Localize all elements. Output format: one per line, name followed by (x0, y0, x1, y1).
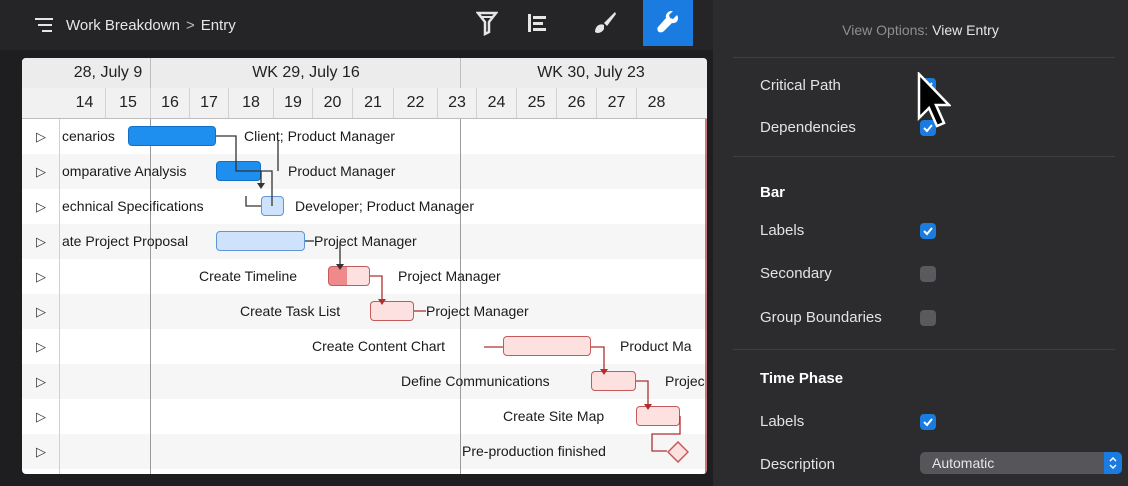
day-label: 17 (189, 88, 228, 118)
filter-icon (476, 11, 498, 36)
day-header: 14 15 16 17 18 19 20 21 22 23 24 25 26 2… (22, 88, 707, 119)
day-label: 20 (312, 88, 352, 118)
secondary-label: Secondary (760, 265, 832, 282)
inspector-title: View Options: View Entry (713, 22, 1128, 38)
bar-labels-checkbox[interactable] (920, 223, 936, 239)
day-label: 19 (273, 88, 312, 118)
breadcrumb-current[interactable]: Entry (201, 17, 236, 34)
select-stepper (1104, 452, 1122, 474)
critical-path-label: Critical Path (760, 77, 841, 94)
description-select-value: Automatic (932, 455, 995, 471)
description-label: Description (760, 456, 836, 473)
divider (733, 349, 1115, 350)
description-select[interactable]: Automatic (920, 452, 1122, 474)
filter-button[interactable] (462, 0, 512, 46)
week-header: 28, July 9 WK 29, July 16 WK 30, July 23 (22, 58, 707, 89)
day-label: 21 (352, 88, 393, 118)
brush-icon (595, 12, 616, 33)
bar-labels-label: Labels (760, 222, 805, 239)
dependency-lines (216, 119, 707, 474)
week-label: WK 29, July 16 (150, 58, 461, 88)
gantt-chart[interactable]: 28, July 9 WK 29, July 16 WK 30, July 23… (22, 58, 707, 474)
day-label: 15 (105, 88, 150, 118)
inspector-title-prefix: View Options: (842, 22, 929, 38)
time-phase-labels-label: Labels (760, 413, 805, 430)
wrench-icon (657, 11, 679, 33)
style-button[interactable] (580, 0, 630, 46)
week-label: WK 30, July 23 (460, 58, 707, 88)
outline-tree-icon (35, 18, 53, 32)
day-label: 27 (596, 88, 636, 118)
gantt-rows: ▷ ▷ ▷ ▷ ▷ ▷ ▷ ▷ ▷ ▷ cenarios Client; Pro… (22, 119, 707, 474)
checkmark-icon (923, 418, 933, 427)
mouse-pointer-icon (917, 72, 951, 128)
day-label: 14 (75, 94, 94, 111)
secondary-checkbox[interactable] (920, 266, 936, 282)
group-boundaries-label: Group Boundaries (760, 309, 882, 326)
divider (733, 57, 1115, 58)
chevron-updown-icon (1109, 456, 1117, 470)
breadcrumb: Work Breakdown > Entry (34, 16, 236, 34)
group-boundaries-checkbox[interactable] (920, 310, 936, 326)
inspector-title-name: View Entry (932, 22, 999, 38)
bar-section-heading: Bar (760, 184, 786, 201)
day-label: 23 (437, 88, 476, 118)
day-label: 18 (228, 88, 273, 118)
day-label: 24 (476, 88, 516, 118)
breadcrumb-separator: > (185, 16, 195, 34)
divider (733, 156, 1115, 157)
day-label: 28 (636, 88, 676, 118)
gantt-pane: Work Breakdown > Entry 28, July 9 WK 29,… (0, 0, 713, 486)
day-label: 26 (556, 88, 596, 118)
outline-view-icon (528, 14, 546, 32)
breadcrumb-root[interactable]: Work Breakdown (66, 17, 180, 34)
day-label: 16 (150, 88, 189, 118)
inspector-button[interactable] (643, 0, 693, 46)
checkmark-icon (923, 227, 933, 236)
dependencies-label: Dependencies (760, 119, 856, 136)
day-label: 25 (516, 88, 556, 118)
time-phase-section-heading: Time Phase (760, 370, 844, 387)
week-label: 28, July 9 (73, 64, 143, 81)
day-label: 22 (393, 88, 437, 118)
time-phase-labels-checkbox[interactable] (920, 414, 936, 430)
view-button[interactable] (512, 0, 562, 46)
toolbar: Work Breakdown > Entry (0, 0, 713, 50)
